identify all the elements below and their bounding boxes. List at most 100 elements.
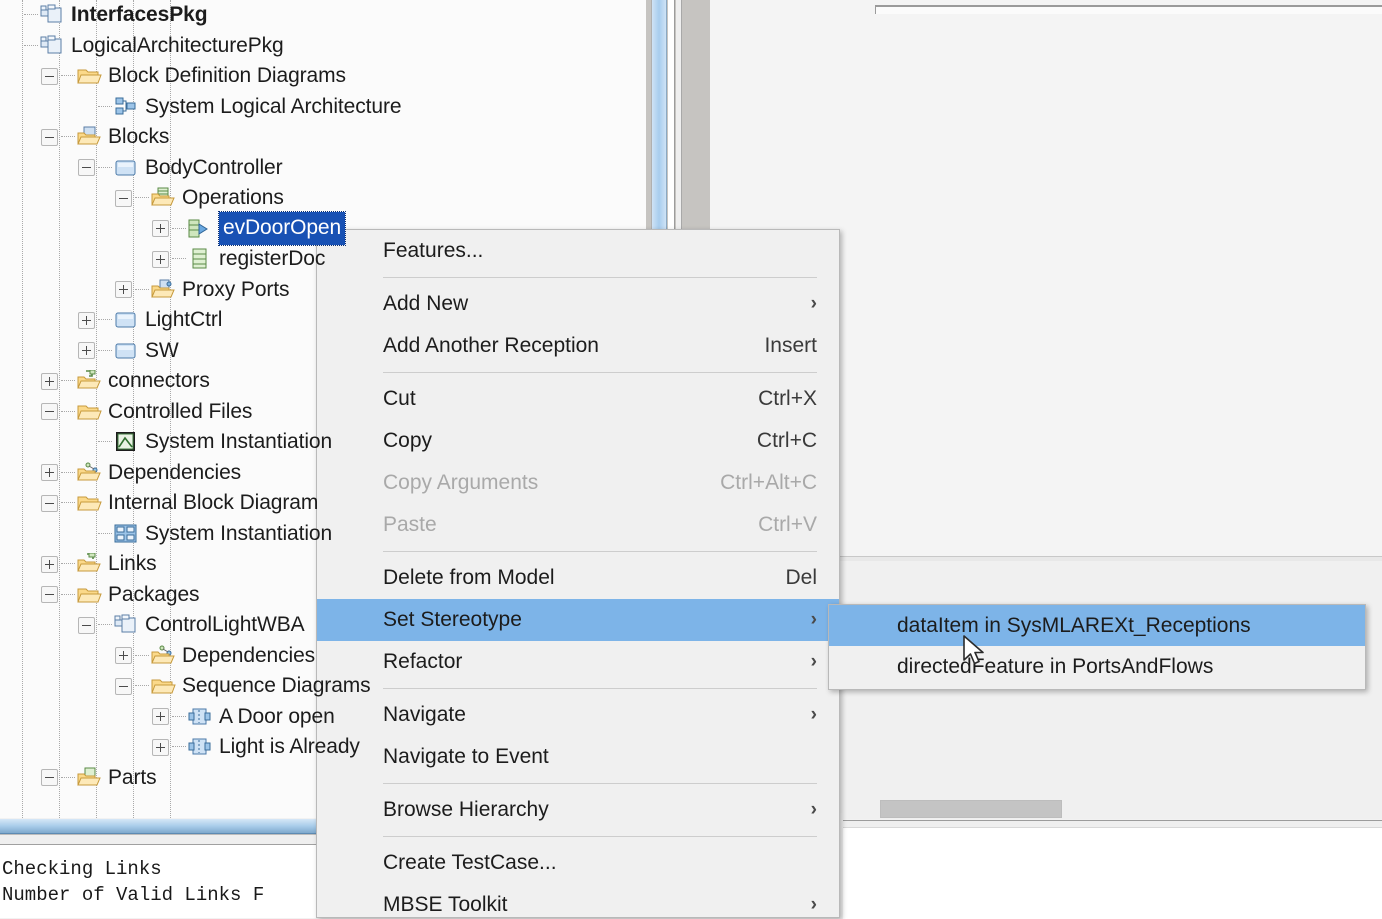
tree-item-label: Controlled Files <box>108 399 253 423</box>
folder-parts-icon <box>76 767 102 789</box>
collapse-icon[interactable] <box>41 128 58 146</box>
collapse-icon[interactable] <box>41 586 58 604</box>
expand-icon[interactable] <box>78 342 95 360</box>
tree-item-label: LogicalArchitecturePkg <box>71 33 284 57</box>
submenu-item-dataitem-in-sysmlarext-receptions[interactable]: dataItem in SysMLAREXt_Receptions <box>829 605 1365 646</box>
tree-item-internal-block-diagram[interactable]: Internal Block Diagram <box>0 488 646 519</box>
tree-connector-line <box>24 44 38 47</box>
expand-icon[interactable] <box>115 647 132 665</box>
diagram-canvas[interactable] <box>875 5 1382 14</box>
tree-item-lightctrl[interactable]: LightCtrl <box>0 305 646 336</box>
tree-item-packages[interactable]: Packages <box>0 580 646 611</box>
expand-icon[interactable] <box>78 311 95 329</box>
tree-item-proxy-ports[interactable]: Proxy Ports <box>0 275 646 306</box>
tree-item-label: Packages <box>108 582 200 606</box>
lower-pane-hscrollbar[interactable] <box>843 797 1382 819</box>
submenu-item-directedfeature-in-portsandflows[interactable]: directedFeature in PortsAndFlows <box>829 646 1365 687</box>
expand-icon[interactable] <box>152 220 169 238</box>
tree-item-interfacespkg[interactable]: InterfacesPkg <box>0 0 646 31</box>
tree-item-dependencies[interactable]: Dependencies <box>0 458 646 489</box>
bdd-icon <box>113 96 139 118</box>
folder-ports-icon <box>150 279 176 301</box>
lower-pane-hscrollbar-thumb[interactable] <box>880 800 1062 818</box>
expand-icon[interactable] <box>41 372 58 390</box>
tree-item-links[interactable]: Links <box>0 549 646 580</box>
tree-item-label: Dependencies <box>108 460 242 484</box>
tree-connector-line <box>172 258 186 260</box>
tree-connector-line <box>98 349 112 352</box>
expand-icon[interactable] <box>152 738 169 756</box>
tree-connector-line <box>135 654 149 657</box>
package-icon <box>39 4 65 26</box>
tree-connector-line <box>135 685 149 687</box>
tree-item-sequence-diagrams[interactable]: Sequence Diagrams <box>0 671 646 702</box>
tree-connector-line <box>61 136 75 138</box>
tree-connector-line <box>98 166 112 169</box>
tree-item-connectors[interactable]: connectors <box>0 366 646 397</box>
tree-item-blocks[interactable]: Blocks <box>0 122 646 153</box>
model-browser-tree[interactable]: InterfacesPkg LogicalArchitecturePkg Block… <box>0 0 646 818</box>
chevron-right-icon: › <box>810 609 817 630</box>
collapse-icon[interactable] <box>78 616 95 634</box>
folder-dependencies-icon <box>150 645 176 667</box>
folder-dependencies-icon <box>76 462 102 484</box>
expand-icon[interactable] <box>115 281 132 299</box>
menu-item-mbse-toolkit[interactable]: MBSE Toolkit › <box>317 884 839 917</box>
tree-item-system-instantiation[interactable]: System Instantiation <box>0 427 646 458</box>
package-icon <box>39 35 65 57</box>
menu-item-browse-hierarchy[interactable]: Browse Hierarchy › <box>317 789 839 831</box>
menu-item-shortcut: Ctrl+C <box>756 429 817 452</box>
expand-icon[interactable] <box>41 555 58 573</box>
tree-connector-line <box>98 532 112 535</box>
tree-item-system-instantiation[interactable]: System Instantiation <box>0 519 646 550</box>
tree-connector-line <box>98 105 112 108</box>
tree-item-light-is-already[interactable]: Light is Already <box>0 732 646 763</box>
collapse-icon[interactable] <box>115 677 132 695</box>
expand-icon[interactable] <box>41 464 58 482</box>
tree-item-registerdoc[interactable]: registerDoc <box>0 244 646 275</box>
tree-item-operations[interactable]: Operations <box>0 183 646 214</box>
tree-item-block-definition-diagrams[interactable]: Block Definition Diagrams <box>0 61 646 92</box>
menu-item-create-testcase[interactable]: Create TestCase... <box>317 842 839 884</box>
tree-item-label: Internal Block Diagram <box>108 491 319 515</box>
tree-item-label: Parts <box>108 765 157 789</box>
tree-item-dependencies[interactable]: Dependencies <box>0 641 646 672</box>
sequence-diagram-icon <box>187 706 213 728</box>
tree-connector-line <box>98 441 112 443</box>
tree-item-parts[interactable]: Parts <box>0 763 646 794</box>
tree-item-evdooropen[interactable]: evDoorOpen <box>0 211 646 247</box>
tree-item-label: Proxy Ports <box>182 277 290 301</box>
tree-connector-line <box>24 14 38 16</box>
collapse-icon[interactable] <box>41 769 58 787</box>
tree-item-a-door-open[interactable]: A Door open <box>0 702 646 733</box>
tree-connector-line <box>61 776 75 779</box>
expand-icon[interactable] <box>152 708 169 726</box>
tree-item-label: Dependencies <box>182 643 316 667</box>
expand-icon[interactable] <box>152 250 169 268</box>
tree-item-logicalarchitecturepkg[interactable]: LogicalArchitecturePkg <box>0 31 646 62</box>
collapse-icon[interactable] <box>41 494 58 512</box>
tree-item-label: evDoorOpen <box>217 211 347 247</box>
chevron-right-icon: › <box>810 704 817 725</box>
menu-item-shortcut: Ctrl+V <box>758 513 817 536</box>
collapse-icon[interactable] <box>41 67 58 85</box>
set-stereotype-submenu[interactable]: dataItem in SysMLAREXt_Receptions directe… <box>828 604 1366 690</box>
collapse-icon[interactable] <box>41 403 58 421</box>
tree-item-system-logical-architecture[interactable]: System Logical Architecture <box>0 92 646 123</box>
tree-connector-line <box>61 502 75 504</box>
tree-item-controllightwba[interactable]: ControlLightWBA <box>0 610 646 641</box>
tree-item-bodycontroller[interactable]: BodyController <box>0 153 646 184</box>
tree-item-sw[interactable]: SW <box>0 336 646 367</box>
sequence-diagram-icon <box>187 736 213 758</box>
tree-item-controlled-files[interactable]: Controlled Files <box>0 397 646 428</box>
collapse-icon[interactable] <box>115 189 132 207</box>
collapse-icon[interactable] <box>78 159 95 177</box>
